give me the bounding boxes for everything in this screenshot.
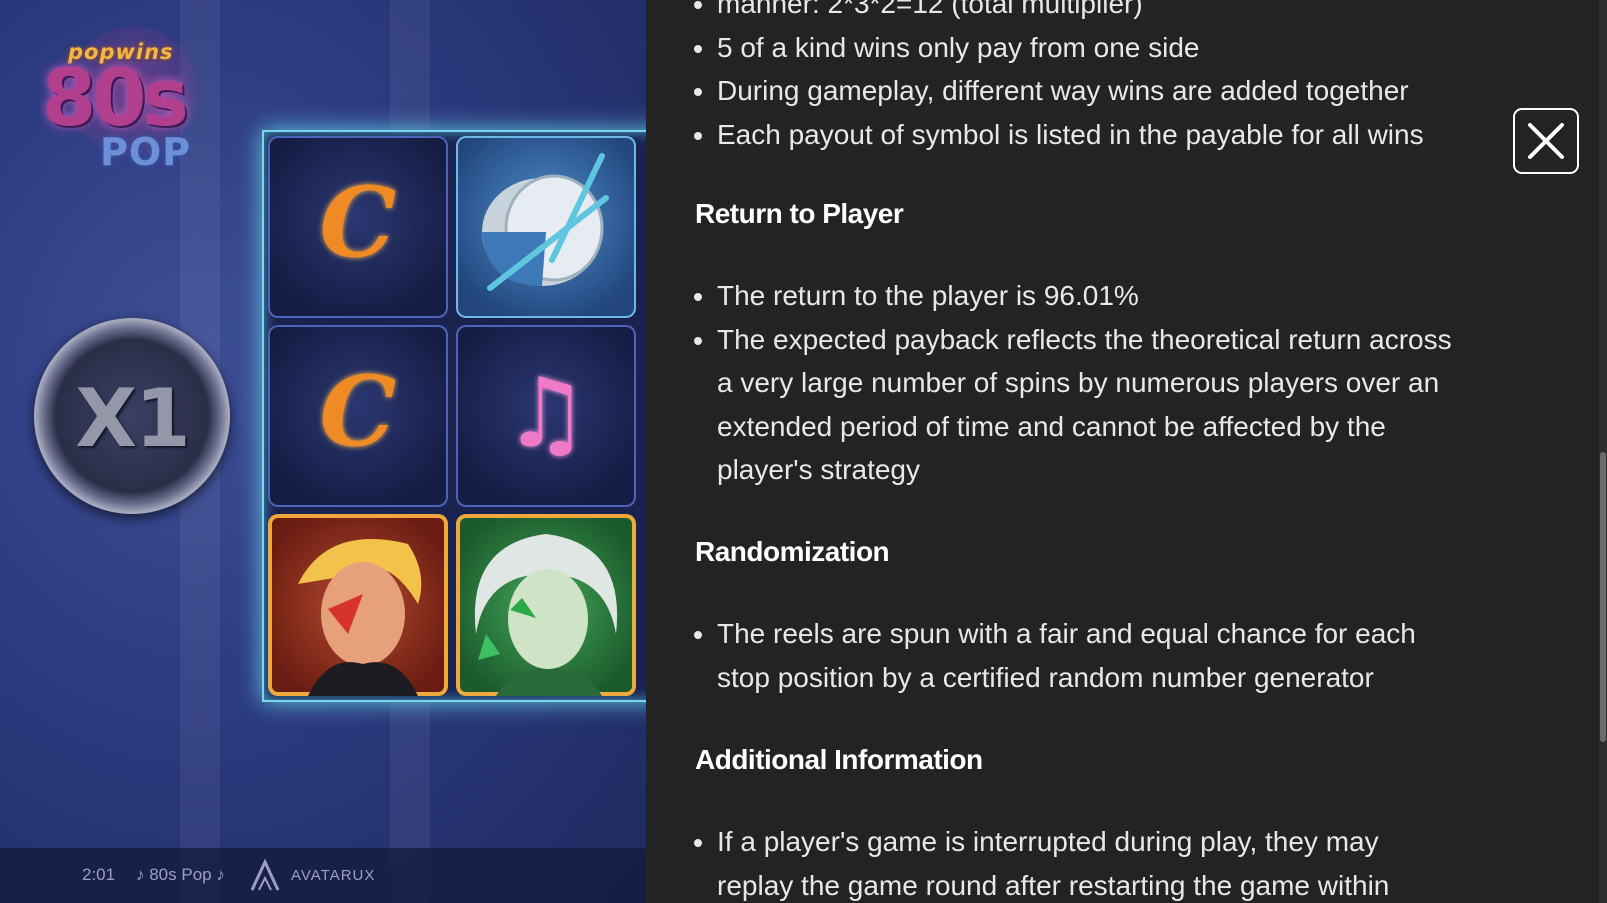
avatarux-logo-icon [250,858,280,891]
list-item: The reels are spun with a fair and equal… [717,612,1454,699]
ways-rules-list: manner: 2*3*2=12 (total multiplier) 5 of… [694,0,1454,156]
game-title-label: ♪ 80s Pop ♪ [136,865,225,884]
reel-symbol-rocker-woman [456,514,636,696]
list-item: 5 of a kind wins only pay from one side [717,26,1454,70]
letter-c-icon: C [319,166,397,279]
list-item: The expected payback reflects the theore… [717,318,1454,492]
game-clock: 2:01 [82,865,116,884]
randomization-list: The reels are spun with a fair and equal… [694,612,1454,699]
additional-info-heading: Additional Information [695,744,983,775]
game-area: popwins 80s POP X1 C C ♫ 2:01 ♪ 80s Pop … [0,0,646,903]
music-note-icon: ♫ [502,357,590,469]
game-logo: popwins 80s POP [28,22,228,182]
rocker-woman-icon [474,534,618,696]
close-icon [1528,123,1564,159]
game-rules-panel: manner: 2*3*2=12 (total multiplier) 5 of… [646,0,1607,903]
reel-grid: C C ♫ [262,130,646,702]
multiplier-label: X1 [75,372,190,465]
list-item: During gameplay, different way wins are … [717,69,1454,113]
additional-info-list: If a player's game is interrupted during… [694,820,1454,903]
randomization-heading: Randomization [695,536,890,567]
reel-symbol-music-note: ♫ [456,325,636,507]
reel-symbol-rocker-man [268,514,448,696]
close-button[interactable] [1513,108,1579,174]
reel-symbol-drum [456,136,636,318]
provider-label: AVATARUX [291,867,376,884]
reel-symbol-letter-c: C [268,136,448,318]
logo-subtitle: POP [100,130,192,174]
list-item: The return to the player is 96.01% [717,274,1454,318]
rtp-heading: Return to Player [695,198,904,229]
game-footer-bar: 2:01 ♪ 80s Pop ♪ AVATARUX [0,848,646,903]
scrollbar[interactable] [1599,0,1607,903]
list-item: If a player's game is interrupted during… [717,820,1454,903]
letter-c-icon: C [319,355,397,468]
multiplier-disc: X1 [34,318,230,514]
list-item: manner: 2*3*2=12 (total multiplier) [717,0,1454,26]
rtp-list: The return to the player is 96.01% The e… [694,274,1454,492]
list-item: Each payout of symbol is listed in the p… [717,113,1454,157]
drum-icon [482,153,609,291]
reel-symbol-letter-c: C [268,325,448,507]
scrollbar-thumb[interactable] [1600,452,1606,742]
rocker-man-icon [298,539,422,696]
